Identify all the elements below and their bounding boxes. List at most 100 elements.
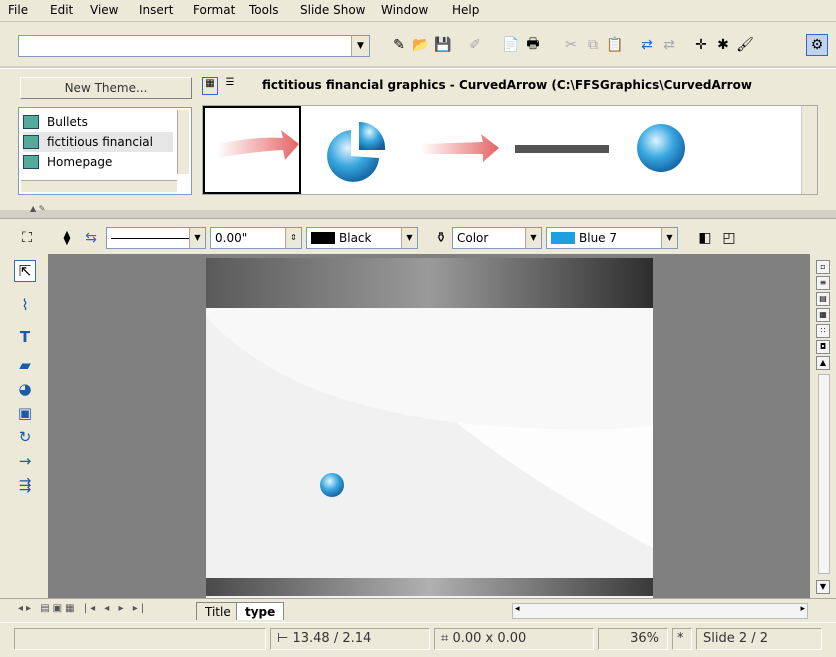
tabs-bar: ◂▸ ▤▣▦ |◂ ◂ ▸ ▸| Title type ◂ ▸ (0, 598, 836, 622)
tab-title[interactable]: Title (196, 602, 240, 620)
straight-arrow-thumb[interactable] (421, 134, 499, 162)
line-width-field[interactable]: 0.00" ⇕ (210, 227, 302, 249)
menu-slide-show[interactable]: Slide Show (300, 3, 365, 17)
status-size-value: 0.00 x 0.00 (452, 631, 527, 646)
fill-type-label: Color (457, 231, 489, 245)
theme-list[interactable]: Bullets fictitious financial Homepage (18, 107, 192, 195)
list-hscrollbar[interactable] (21, 180, 177, 192)
menu-bar: File Edit View Insert Format Tools Slide… (0, 0, 836, 22)
effects-icon[interactable]: ⇶ (14, 474, 36, 496)
notes-view-icon[interactable]: ▤ (816, 292, 830, 306)
url-combo[interactable]: ▼ (18, 35, 370, 57)
scroll-up-icon[interactable]: ▲ (816, 356, 830, 370)
area-style-icon[interactable]: ⚱ (430, 227, 452, 249)
line-width-value: 0.00" (215, 231, 248, 245)
chevron-down-icon[interactable]: ▼ (189, 228, 205, 248)
line-icon[interactable]: ⧫ (56, 227, 78, 249)
detail-view-icon[interactable]: ☰ (222, 77, 238, 95)
print-icon[interactable]: 🖶 (522, 34, 544, 56)
cut-icon[interactable]: ✂ (560, 34, 582, 56)
menu-view[interactable]: View (90, 3, 118, 17)
pie-thumb[interactable] (327, 121, 386, 182)
undo-icon[interactable]: ⇄ (636, 34, 658, 56)
select-arrow-icon[interactable]: ⇱ (14, 260, 36, 282)
outline-view-icon[interactable]: ≡ (816, 276, 830, 290)
menu-format[interactable]: Format (193, 3, 235, 17)
save-icon[interactable]: 💾 (432, 34, 454, 56)
line-style-select[interactable]: ▼ (106, 227, 206, 249)
preview-scrollbar[interactable] (801, 106, 817, 194)
status-size: ⌗ 0.00 x 0.00 (434, 628, 594, 650)
vertical-scrollbar[interactable] (818, 374, 830, 574)
gallery-splitter[interactable]: ▲ ✎ (30, 204, 116, 213)
navigator-icon[interactable]: ✛ (690, 34, 712, 56)
menu-help[interactable]: Help (452, 3, 479, 17)
object-properties-icon[interactable]: ⛶ (16, 227, 38, 249)
connector-icon[interactable]: → (14, 450, 36, 472)
sphere-thumb[interactable] (637, 124, 685, 172)
list-scrollbar[interactable] (177, 110, 189, 174)
gallery-icon[interactable]: 🖌 (734, 34, 756, 56)
crop-icon[interactable]: ◰ (718, 227, 740, 249)
rotate-icon[interactable]: ↻ (14, 426, 36, 448)
edit-file-icon[interactable]: ✎ (388, 34, 410, 56)
gallery-toggle-icon[interactable]: ⚙ (806, 34, 828, 56)
text-tool-icon[interactable]: T (14, 326, 36, 348)
line-color-select[interactable]: Black ▼ (306, 227, 418, 249)
menu-file[interactable]: File (8, 3, 28, 17)
slide-sphere[interactable] (320, 473, 344, 497)
spin-icon[interactable]: ⇕ (285, 228, 301, 248)
chevron-down-icon[interactable]: ▼ (351, 36, 369, 56)
stylist-icon[interactable]: ✱ (712, 34, 734, 56)
list-item[interactable]: Homepage (23, 152, 112, 172)
icon-view-icon[interactable]: ▦ (202, 77, 218, 95)
ellipse-tool-icon[interactable]: ◕ (14, 378, 36, 400)
menu-edit[interactable]: Edit (50, 3, 73, 17)
arrow-style-icon[interactable]: ⇆ (80, 227, 102, 249)
scroll-right-icon[interactable]: ▸ (800, 604, 805, 614)
chevron-down-icon[interactable]: ▼ (525, 228, 541, 248)
list-item-selected[interactable]: fictitious financial (23, 132, 173, 152)
bar-thumb[interactable] (515, 145, 609, 153)
copy-icon[interactable]: ⧉ (582, 34, 604, 56)
edit-doc-icon[interactable]: ✐ (464, 34, 486, 56)
view-mode-icon[interactable]: ▫ (816, 260, 830, 274)
status-position: ⊢ 13.48 / 2.14 (270, 628, 430, 650)
menu-tools[interactable]: Tools (249, 3, 279, 17)
handout-view-icon[interactable]: ▦ (816, 308, 830, 322)
fill-type-select[interactable]: Color ▼ (452, 227, 542, 249)
menu-insert[interactable]: Insert (139, 3, 173, 17)
status-slide: Slide 2 / 2 (696, 628, 822, 650)
list-item[interactable]: Bullets (23, 112, 88, 132)
paste-icon[interactable]: 📋 (604, 34, 626, 56)
theme-icon (23, 115, 39, 129)
slideshow-icon[interactable]: ◘ (816, 340, 830, 354)
status-zoom[interactable]: 36% (598, 628, 668, 650)
rectangle-tool-icon[interactable]: ▰ (14, 354, 36, 376)
line-sample (111, 238, 189, 239)
export-pdf-icon[interactable]: 📄 (500, 34, 522, 56)
tab-type[interactable]: type (236, 602, 285, 620)
theme-label: Homepage (47, 155, 113, 169)
gallery-title: fictitious financial graphics - CurvedAr… (262, 78, 752, 92)
open-folder-icon[interactable]: 📂 (410, 34, 432, 56)
theme-icon (23, 135, 39, 149)
slide-canvas[interactable] (206, 258, 653, 600)
tab-nav-icons[interactable]: ◂▸ ▤▣▦ |◂ ◂ ▸ ▸| (18, 603, 147, 614)
slide-sorter-icon[interactable]: ∷ (816, 324, 830, 338)
fill-color-swatch (551, 232, 575, 244)
new-theme-button[interactable]: New Theme... (20, 77, 192, 99)
horizontal-scrollbar[interactable]: ◂ ▸ (512, 603, 808, 619)
chevron-down-icon[interactable]: ▼ (661, 228, 677, 248)
scroll-down-icon[interactable]: ▼ (816, 580, 830, 594)
chevron-down-icon[interactable]: ▼ (401, 228, 417, 248)
curve-icon[interactable]: ⌇ (14, 294, 36, 316)
menu-window[interactable]: Window (381, 3, 428, 17)
scroll-left-icon[interactable]: ◂ (515, 604, 520, 614)
3d-objects-icon[interactable]: ▣ (14, 402, 36, 424)
shadow-icon[interactable]: ◧ (694, 227, 716, 249)
redo-icon[interactable]: ⇄ (658, 34, 680, 56)
fill-color-select[interactable]: Blue 7 ▼ (546, 227, 678, 249)
status-position-value: 13.48 / 2.14 (292, 631, 372, 646)
line-color-swatch (311, 232, 335, 244)
